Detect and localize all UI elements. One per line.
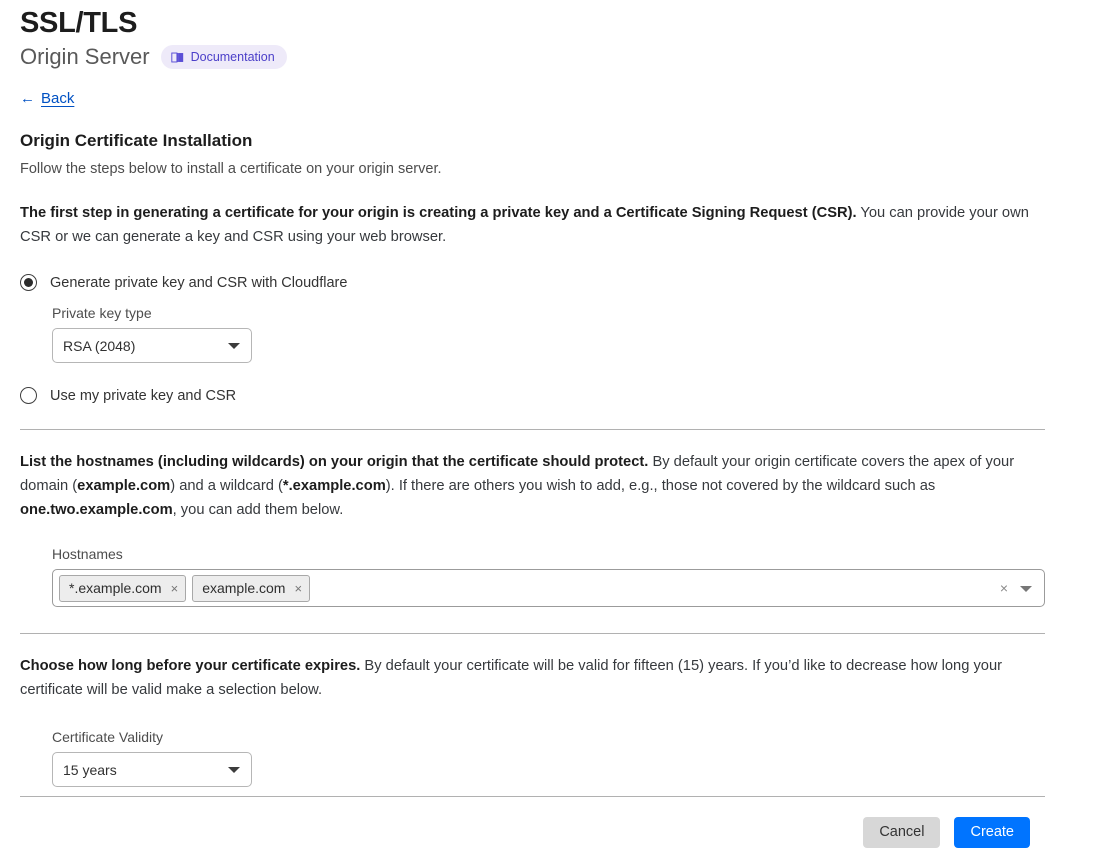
page-title: SSL/TLS [20,7,138,39]
step-key-bold-lead: The first step in generating a certifica… [20,205,857,221]
divider-2 [20,633,1045,634]
step-key-paragraph: The first step in generating a certifica… [20,201,1040,249]
hostname-tag[interactable]: *.example.com × [59,574,187,602]
step-hostnames-text-2: ) and a wildcard ( [170,478,283,494]
page-footer: Cancel Create [20,796,1078,848]
private-key-type-select[interactable]: RSA (2048) [52,328,252,363]
step-hostnames-text-4: , you can add them below. [172,502,344,518]
radio-label-generate: Generate private key and CSR with Cloudf… [50,274,348,291]
hostname-tag-label: *.example.com [69,580,162,596]
cancel-button[interactable]: Cancel [863,817,941,848]
book-icon [170,51,184,64]
hostnames-label: Hostnames [52,546,123,562]
step-validity-bold-lead: Choose how long before your certificate … [20,658,361,674]
radio-indicator-use-my-key[interactable] [20,387,37,404]
chevron-down-icon [228,343,240,349]
page-subtitle: Origin Server [20,44,150,69]
hostnames-input[interactable]: *.example.com × example.com × × [52,569,1045,607]
create-button[interactable]: Create [954,817,1030,848]
divider-1 [20,429,1045,430]
documentation-badge[interactable]: Documentation [160,45,287,69]
chevron-down-icon[interactable] [1020,585,1032,592]
radio-use-my-key[interactable]: Use my private key and CSR [20,387,1078,404]
hostname-tag[interactable]: example.com × [192,574,311,602]
documentation-badge-label: Documentation [190,50,275,64]
certificate-validity-select[interactable]: 15 years [52,752,252,787]
step-hostnames-bold-lead: List the hostnames (including wildcards)… [20,454,649,470]
origin-certificate-page: SSL/TLS Origin Server Documentation ← Ba… [0,0,1098,862]
certificate-validity-value: 15 years [63,761,117,778]
section-title: Origin Certificate Installation [20,131,253,150]
page-header: SSL/TLS Origin Server Documentation [20,0,1078,70]
step-hostnames-paragraph: List the hostnames (including wildcards)… [20,450,1040,522]
hostname-tag-label: example.com [202,580,286,596]
footer-actions: Cancel Create [20,817,1030,848]
section-description: Follow the steps below to install a cert… [20,161,442,177]
arrow-left-icon: ← [20,90,35,107]
private-key-type-label: Private key type [52,305,152,321]
radio-indicator-generate[interactable] [20,274,37,291]
certificate-validity-label: Certificate Validity [52,729,164,745]
step-hostnames-bold-2: *.example.com [282,478,386,494]
step-hostnames-text-3: ). If there are others you wish to add, … [385,478,936,494]
close-icon[interactable]: × [171,582,179,595]
back-link[interactable]: ← Back [20,90,74,107]
close-icon[interactable]: × [294,582,302,595]
private-key-type-value: RSA (2048) [63,337,136,354]
step-validity-paragraph: Choose how long before your certificate … [20,654,1040,702]
divider-3 [20,796,1045,797]
step-hostnames-bold-3: one.two.example.com [20,502,173,518]
page-subtitle-row: Origin Server Documentation [20,44,1078,70]
chevron-down-icon [228,767,240,773]
back-link-label: Back [41,90,75,107]
radio-generate-with-cloudflare[interactable]: Generate private key and CSR with Cloudf… [20,274,1078,291]
clear-all-icon[interactable]: × [1000,581,1008,595]
step-hostnames-bold-1: example.com [77,478,171,494]
radio-label-use-my-key: Use my private key and CSR [50,387,237,404]
